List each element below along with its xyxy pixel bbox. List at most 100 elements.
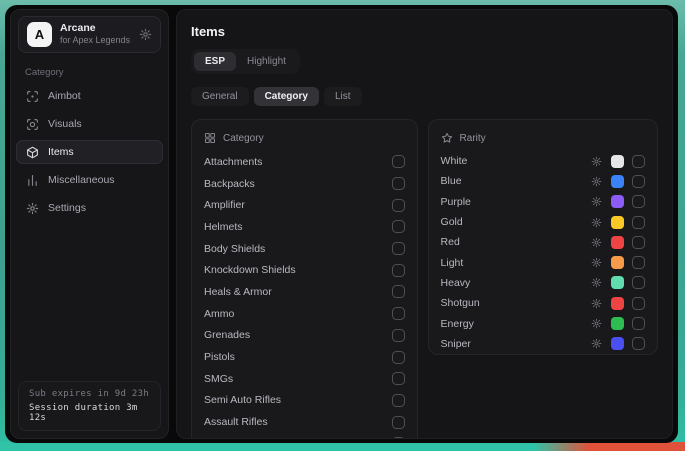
category-row-label: Amplifier bbox=[204, 199, 245, 211]
category-panel: Category AttachmentsBackpacksAmplifierHe… bbox=[191, 119, 418, 439]
rarity-color-swatch[interactable] bbox=[611, 175, 624, 188]
sidebar-item-label: Miscellaneous bbox=[48, 174, 115, 186]
category-checkbox[interactable] bbox=[392, 220, 405, 233]
rarity-color-swatch[interactable] bbox=[611, 276, 624, 289]
session-duration-text: Session duration 3m 12s bbox=[29, 403, 150, 423]
rarity-row: Red bbox=[441, 232, 645, 252]
rarity-row: Shotgun bbox=[441, 293, 645, 313]
rarity-checkbox[interactable] bbox=[632, 337, 645, 350]
sidebar-item-label: Visuals bbox=[48, 118, 82, 130]
rarity-row-label: Heavy bbox=[441, 277, 591, 289]
category-row-label: Assault Rifles bbox=[204, 416, 268, 428]
sidebar-item-label: Items bbox=[48, 146, 74, 158]
category-checkbox[interactable] bbox=[392, 437, 405, 439]
tab-category[interactable]: Category bbox=[254, 87, 319, 106]
rarity-settings-gear-icon[interactable] bbox=[591, 257, 602, 268]
category-row-label: Ammo bbox=[204, 308, 234, 320]
rarity-color-swatch[interactable] bbox=[611, 337, 624, 350]
category-row: Body Shields bbox=[204, 238, 405, 260]
rarity-row: Light bbox=[441, 252, 645, 272]
category-checkbox[interactable] bbox=[392, 155, 405, 168]
rarity-checkbox[interactable] bbox=[632, 195, 645, 208]
rarity-checkbox[interactable] bbox=[632, 256, 645, 269]
rarity-checkbox[interactable] bbox=[632, 155, 645, 168]
rarity-checkbox[interactable] bbox=[632, 317, 645, 330]
rarity-row-label: Shotgun bbox=[441, 297, 591, 309]
category-checkbox[interactable] bbox=[392, 416, 405, 429]
rarity-color-swatch[interactable] bbox=[611, 297, 624, 310]
sidebar-item-settings[interactable]: Settings bbox=[16, 196, 163, 220]
rarity-color-swatch[interactable] bbox=[611, 195, 624, 208]
sidebar-item-label: Aimbot bbox=[48, 90, 81, 102]
rarity-checkbox[interactable] bbox=[632, 276, 645, 289]
sidebar-item-aimbot[interactable]: Aimbot bbox=[16, 84, 163, 108]
rarity-settings-gear-icon[interactable] bbox=[591, 217, 602, 228]
rarity-row-label: Blue bbox=[441, 175, 591, 187]
mode-chip-esp[interactable]: ESP bbox=[194, 52, 236, 71]
rarity-color-swatch[interactable] bbox=[611, 155, 624, 168]
category-checkbox[interactable] bbox=[392, 372, 405, 385]
category-row: Ammo bbox=[204, 303, 405, 325]
rarity-settings-gear-icon[interactable] bbox=[591, 176, 602, 187]
subscription-box: Sub expires in 9d 23h Session duration 3… bbox=[18, 381, 161, 431]
rarity-checkbox[interactable] bbox=[632, 236, 645, 249]
sidebar-item-items[interactable]: Items bbox=[16, 140, 163, 164]
rarity-checkbox[interactable] bbox=[632, 297, 645, 310]
category-checkbox[interactable] bbox=[392, 329, 405, 342]
mode-chip-highlight[interactable]: Highlight bbox=[236, 52, 297, 71]
category-checkbox[interactable] bbox=[392, 351, 405, 364]
category-row-label: SMGs bbox=[204, 373, 233, 385]
app-window: A Arcane for Apex Legends Category Aimbo… bbox=[5, 5, 678, 443]
sidebar: A Arcane for Apex Legends Category Aimbo… bbox=[10, 9, 169, 439]
rarity-checkbox[interactable] bbox=[632, 216, 645, 229]
category-row: Pistols bbox=[204, 346, 405, 368]
app-title: Arcane bbox=[60, 22, 131, 35]
sidebar-item-miscellaneous[interactable]: Miscellaneous bbox=[16, 168, 163, 192]
rarity-row: White bbox=[441, 151, 645, 171]
category-row-label: Backpacks bbox=[204, 178, 255, 190]
sub-expires-text: Sub expires in 9d 23h bbox=[29, 389, 150, 399]
rarity-color-swatch[interactable] bbox=[611, 317, 624, 330]
rarity-color-swatch[interactable] bbox=[611, 216, 624, 229]
rarity-settings-gear-icon[interactable] bbox=[591, 156, 602, 167]
sidebar-section-label: Category bbox=[25, 67, 154, 78]
category-row: Backpacks bbox=[204, 173, 405, 195]
panels: Category AttachmentsBackpacksAmplifierHe… bbox=[191, 119, 658, 439]
category-checkbox[interactable] bbox=[392, 285, 405, 298]
esp-highlight-toggle: ESPHighlight bbox=[191, 49, 300, 74]
tab-bar: General Category List bbox=[191, 87, 658, 106]
focus-eye-icon bbox=[26, 118, 39, 131]
rarity-row-label: Purple bbox=[441, 196, 591, 208]
rarity-settings-gear-icon[interactable] bbox=[591, 318, 602, 329]
category-checkbox[interactable] bbox=[392, 177, 405, 190]
category-checkbox[interactable] bbox=[392, 242, 405, 255]
tab-general[interactable]: General bbox=[191, 87, 249, 106]
category-row: Semi Auto Rifles bbox=[204, 390, 405, 412]
sidebar-item-visuals[interactable]: Visuals bbox=[16, 112, 163, 136]
category-row-label: Body Shields bbox=[204, 243, 265, 255]
rarity-checkbox[interactable] bbox=[632, 175, 645, 188]
rarity-color-swatch[interactable] bbox=[611, 236, 624, 249]
rarity-settings-gear-icon[interactable] bbox=[591, 237, 602, 248]
rarity-panel-header: Rarity bbox=[441, 132, 645, 144]
rarity-row-label: Energy bbox=[441, 318, 591, 330]
category-checkbox[interactable] bbox=[392, 307, 405, 320]
rarity-color-swatch[interactable] bbox=[611, 256, 624, 269]
rarity-settings-gear-icon[interactable] bbox=[591, 277, 602, 288]
rarity-settings-gear-icon[interactable] bbox=[591, 298, 602, 309]
rarity-settings-gear-icon[interactable] bbox=[591, 338, 602, 349]
category-checkbox[interactable] bbox=[392, 394, 405, 407]
app-logo: A bbox=[27, 22, 52, 47]
category-row: Attachments bbox=[204, 151, 405, 173]
category-row: Heals & Armor bbox=[204, 281, 405, 303]
tab-list[interactable]: List bbox=[324, 87, 362, 106]
rarity-row-label: Gold bbox=[441, 216, 591, 228]
category-checkbox[interactable] bbox=[392, 199, 405, 212]
category-row: Assault Rifles bbox=[204, 411, 405, 433]
rarity-settings-gear-icon[interactable] bbox=[591, 196, 602, 207]
sidebar-item-label: Settings bbox=[48, 202, 86, 214]
header-gear-icon[interactable] bbox=[139, 28, 152, 41]
app-subtitle: for Apex Legends bbox=[60, 35, 131, 46]
category-row-label: Semi Auto Rifles bbox=[204, 394, 281, 406]
category-checkbox[interactable] bbox=[392, 264, 405, 277]
